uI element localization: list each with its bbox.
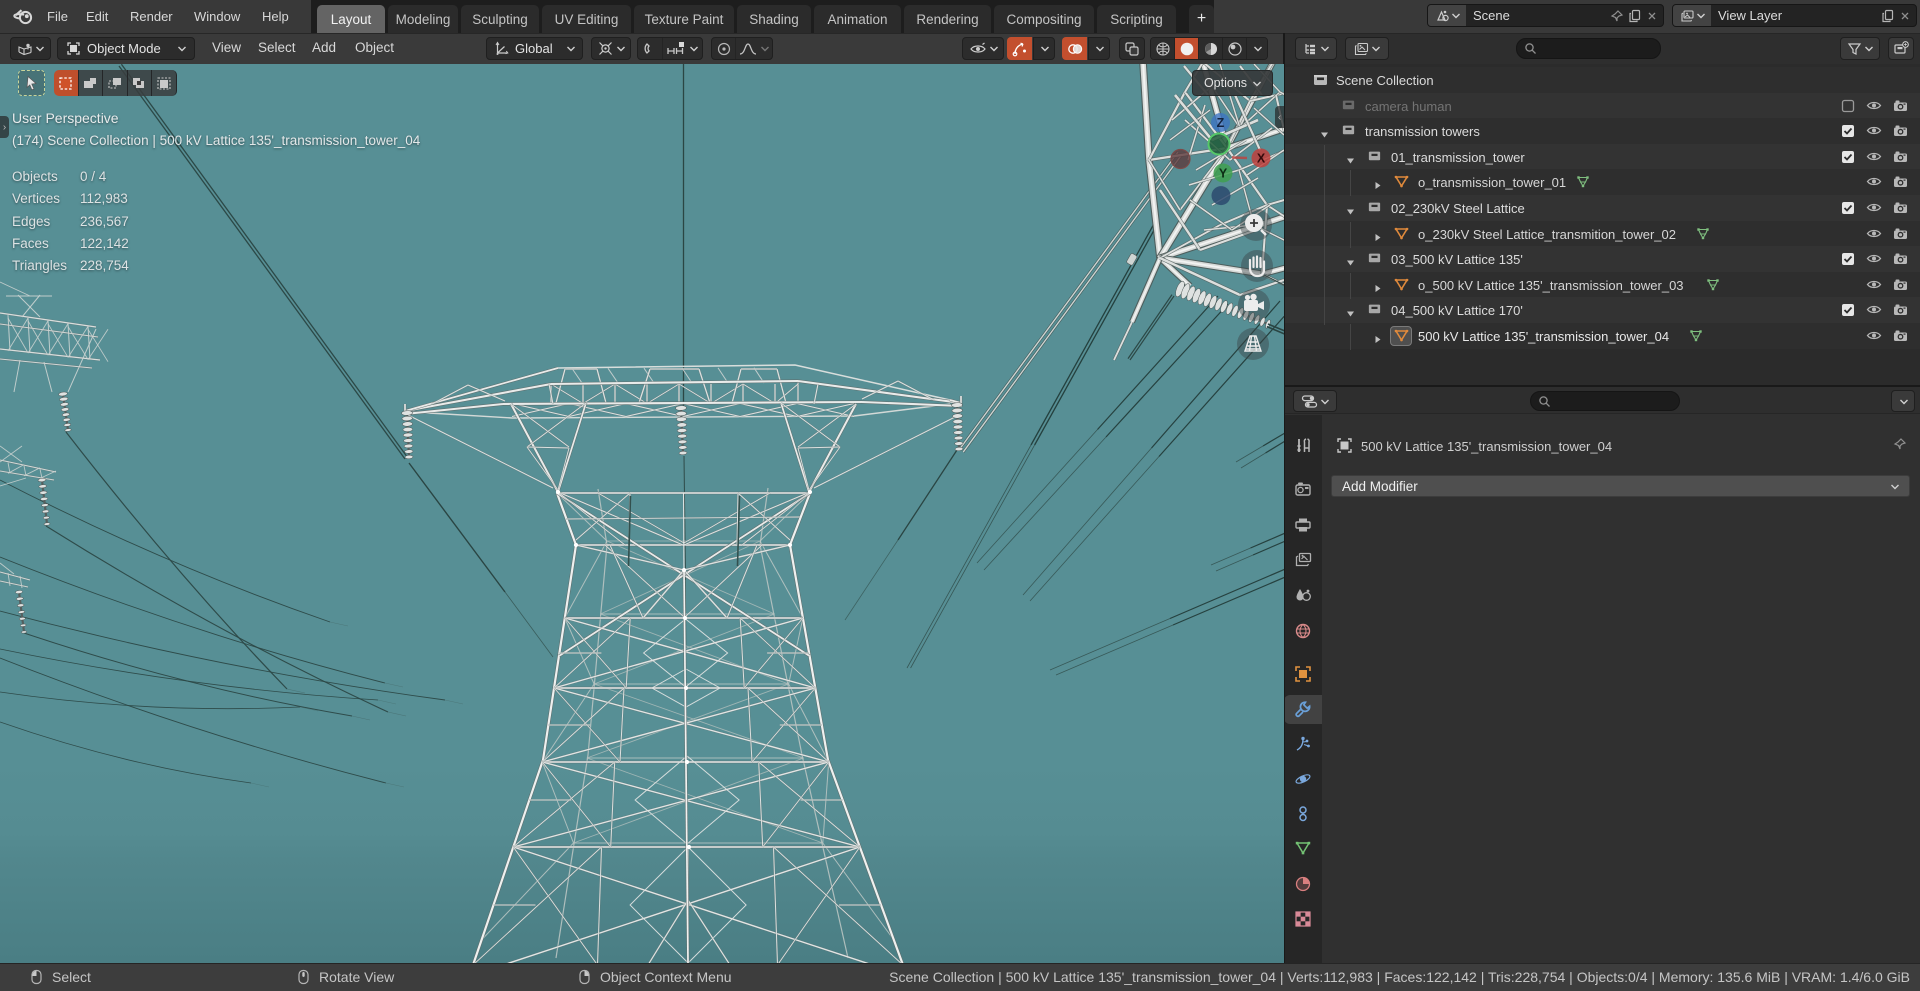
svg-text:X: X [1257,152,1266,166]
svg-text:Z: Z [1217,116,1225,130]
svg-text:Y: Y [1219,167,1228,181]
